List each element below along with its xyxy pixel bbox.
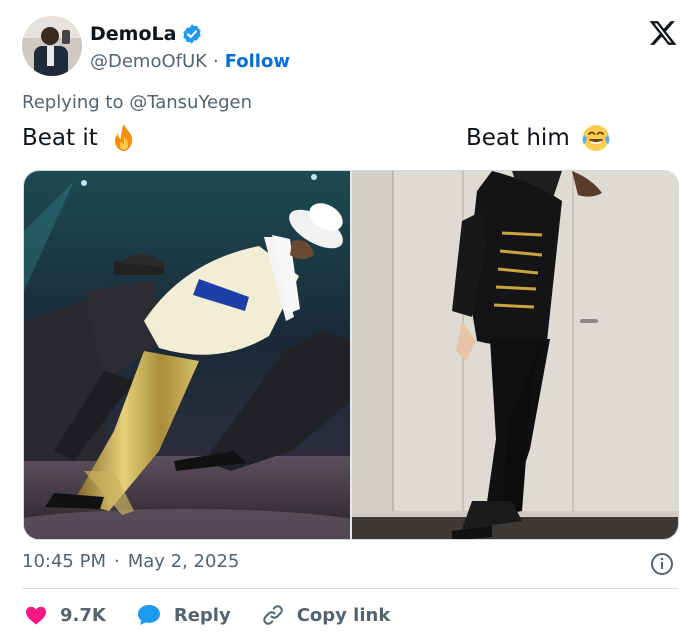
copy-link-label: Copy link [296,604,391,626]
display-name[interactable]: DemoLa [90,23,176,45]
avatar[interactable] [22,16,82,76]
tweet-time: 10:45 PM [22,551,106,572]
separator-dot: · [212,50,219,72]
verified-badge-icon [181,23,203,45]
x-logo-icon[interactable] [648,18,678,48]
living-room-lean-image [352,171,678,539]
caption-right: Beat him [466,122,612,154]
photo-left[interactable] [24,171,350,539]
face-with-tears-of-joy-emoji-icon [580,122,612,154]
handle-row: @DemoOfUK · Follow [90,48,290,74]
fire-emoji-icon [108,122,140,154]
caption-left: Beat it [22,122,140,154]
speech-bubble-icon [137,605,160,625]
avatar-image [22,16,82,76]
reply-mention-link[interactable]: @TansuYegen [129,92,252,113]
author-info: DemoLa @DemoOfUK · Follow [90,22,290,74]
tweet-header: DemoLa @DemoOfUK · Follow [22,16,682,80]
reply-context: Replying to @TansuYegen [22,92,252,113]
tweet-date: May 2, 2025 [127,551,240,572]
timestamp-separator: · [113,551,120,572]
reply-label: Reply [173,604,231,626]
like-button[interactable]: 9.7K [24,603,106,627]
tweet-timestamp[interactable]: 10:45 PM · May 2, 2025 [22,551,239,572]
likes-count: 9.7K [60,604,106,626]
author-handle[interactable]: @DemoOfUK [90,51,207,72]
heart-icon [26,606,46,625]
divider [22,588,678,589]
action-bar: 9.7K Reply Copy link [24,600,420,630]
caption-right-text: Beat him [466,125,570,151]
media-grid [23,170,679,540]
name-row: DemoLa [90,22,290,46]
caption-left-text: Beat it [22,125,98,151]
follow-button[interactable]: Follow [225,51,290,72]
copy-link-button[interactable]: Copy link [261,603,391,627]
stage-dancers-image [24,171,350,539]
info-icon[interactable] [650,552,674,576]
link-icon [262,605,283,625]
reply-button[interactable]: Reply [136,603,231,627]
reply-prefix: Replying to [22,92,130,113]
tweet-card: DemoLa @DemoOfUK · Follow Replying to @T… [0,0,700,642]
photo-right[interactable] [352,171,678,539]
